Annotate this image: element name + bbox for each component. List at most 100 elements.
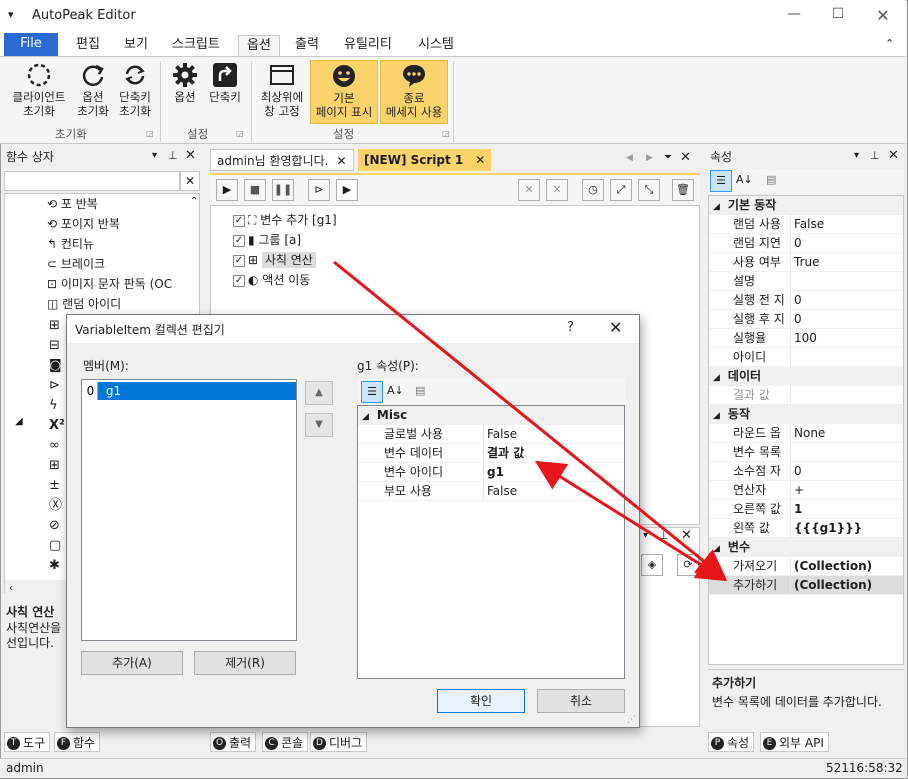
script-item-move-action[interactable]: ✓ ◐ 액션 이동 — [233, 270, 310, 290]
step-icon[interactable]: ⊳ — [308, 179, 330, 201]
collapse-ribbon-icon[interactable]: ⌃ — [885, 37, 894, 50]
tree-item-continue[interactable]: ↰ 컨티뉴 — [47, 234, 94, 254]
delete-icon[interactable]: 🗑 — [672, 179, 694, 201]
collapse-icon[interactable]: ◢ — [713, 411, 720, 421]
property-row[interactable]: 사용 여부 True — [709, 253, 903, 272]
menu-utility[interactable]: 유틸리티 — [336, 35, 400, 56]
bottom-tab-properties[interactable]: P 속성 — [708, 732, 755, 752]
group-expand-icon[interactable]: ◲ — [236, 129, 244, 138]
reset-client-button[interactable]: 클라이언트 초기화 — [6, 62, 72, 118]
ok-button[interactable]: 확인 — [437, 689, 525, 713]
property-pages-icon[interactable]: ▤ — [415, 384, 425, 397]
property-pages-icon[interactable]: ▤ — [766, 173, 776, 186]
move-down-icon[interactable]: ▼ — [305, 413, 333, 437]
checkbox[interactable]: ✓ — [233, 214, 245, 227]
bottom-tab-external-api[interactable]: E 외부 API — [760, 732, 829, 752]
pin-icon[interactable]: ⊥ — [659, 529, 669, 542]
dialog-property-row[interactable]: 변수 아이디 g1 — [358, 463, 624, 482]
group-expand-icon[interactable]: ◲ — [442, 129, 450, 138]
cancel-button[interactable]: 취소 — [537, 689, 625, 713]
property-row[interactable]: 라운드 옵 None — [709, 424, 903, 443]
always-on-top-button[interactable]: 최상위에 창 고정 — [256, 62, 308, 118]
script-item-add-variable[interactable]: ✓ ⛶ 변수 추가 [g1] — [233, 210, 337, 230]
property-row[interactable]: 추가하기 (Collection) — [709, 576, 903, 595]
pin-icon[interactable]: ⊥ — [168, 149, 178, 162]
bottom-tab-tools[interactable]: T 도구 — [4, 732, 51, 752]
run-selected-icon[interactable]: ▶ — [336, 179, 358, 201]
dialog-property-row[interactable]: 글로벌 사용 False — [358, 425, 624, 444]
exit-message-button[interactable]: 종료 메세지 사용 — [380, 60, 448, 124]
property-row[interactable]: 랜덤 사용 False — [709, 215, 903, 234]
tree-item-random-id[interactable]: ◫ 랜덤 아이디 — [47, 294, 121, 314]
bottom-tab-functions[interactable]: F 함수 — [54, 732, 101, 752]
tab-close-icon[interactable]: ✕ — [475, 153, 485, 167]
resize-grip-icon[interactable]: ⋰ — [627, 715, 636, 725]
property-row[interactable]: 아이디 — [709, 348, 903, 367]
tab-scroll-right-icon[interactable]: ▶ — [646, 153, 653, 163]
property-row[interactable]: 가져오기 (Collection) — [709, 557, 903, 576]
bottom-tab-output[interactable]: O 출력 — [210, 732, 257, 752]
panel-dropdown-icon[interactable]: ▾ — [643, 530, 648, 541]
dialog-close-icon[interactable]: ✕ — [609, 318, 622, 337]
property-category[interactable]: ◢ 기본 동작 — [709, 196, 903, 215]
collapse-icon[interactable]: ◢ — [713, 544, 720, 554]
maximize-icon[interactable]: ☐ — [828, 6, 848, 22]
show-default-page-button[interactable]: 기본 페이지 표시 — [310, 60, 378, 124]
menu-system[interactable]: 시스템 — [410, 35, 462, 56]
sort-alpha-icon[interactable]: A↓ — [736, 173, 753, 186]
pause-icon[interactable]: ❚❚ — [272, 179, 294, 201]
members-list[interactable]: 0 g1 — [81, 379, 297, 641]
options-button[interactable]: 옵션 — [166, 62, 204, 104]
bottom-tab-console[interactable]: C 콘솔 — [262, 732, 309, 752]
bottom-tab-debug[interactable]: D 디버그 — [310, 732, 368, 752]
dialog-property-row[interactable]: 변수 데이터 결과 값 — [358, 444, 624, 463]
tab-welcome[interactable]: admin님 환영합니다. ✕ — [210, 149, 354, 171]
menu-script[interactable]: 스크립트 — [164, 35, 228, 56]
editor-close-icon[interactable]: ✕ — [680, 150, 691, 165]
disable-icon[interactable]: ✕ — [518, 179, 540, 201]
add-button[interactable]: 추가(A) — [81, 651, 183, 675]
expand-icon[interactable]: ⤢ — [610, 179, 632, 201]
collapse-icon[interactable]: ◢ — [713, 202, 720, 212]
tree-item-break[interactable]: ⊂ 브레이크 — [47, 254, 105, 274]
menu-view[interactable]: 보기 — [116, 35, 156, 56]
menu-file[interactable]: File — [4, 33, 58, 56]
stop-icon[interactable]: ■ — [244, 179, 266, 201]
collapse-icon[interactable]: ⤡ — [638, 179, 660, 201]
script-item-group[interactable]: ✓ ▮ 그룹 [a] — [233, 230, 301, 250]
group-expand-icon[interactable]: ◲ — [146, 129, 154, 138]
script-item-arithmetic[interactable]: ✓ ⊞ 사칙 연산 — [233, 250, 316, 270]
hotkeys-button[interactable]: 단축키 — [205, 62, 245, 104]
property-category[interactable]: ◢ 변수 — [709, 538, 903, 557]
property-category[interactable]: ◢ 데이터 — [709, 367, 903, 386]
property-row[interactable]: 연산자 + — [709, 481, 903, 500]
play-icon[interactable]: ▶ — [216, 179, 238, 201]
function-search-input[interactable] — [4, 171, 180, 191]
property-row[interactable]: 실행 전 지0 — [709, 291, 903, 310]
menu-options[interactable]: 옵션 — [238, 35, 280, 56]
tab-close-icon[interactable]: ✕ — [336, 154, 346, 168]
clock-icon[interactable]: ◷ — [582, 179, 604, 201]
minimize-icon[interactable]: — — [784, 6, 804, 22]
panel-close-icon[interactable]: ✕ — [185, 148, 196, 163]
panel-dropdown-icon[interactable]: ▾ — [854, 150, 859, 161]
reset-options-button[interactable]: 옵션 초기화 — [74, 62, 112, 118]
remove-button[interactable]: 제거(R) — [194, 651, 296, 675]
categorized-icon[interactable]: ☰ — [361, 381, 383, 403]
expand-arrow-icon[interactable]: ◢ — [15, 416, 23, 427]
sort-alpha-icon[interactable]: A↓ — [387, 384, 404, 397]
property-row[interactable]: 실행 후 지0 — [709, 310, 903, 329]
checkbox[interactable]: ✓ — [233, 254, 245, 267]
checkbox[interactable]: ✓ — [233, 234, 245, 247]
property-row[interactable]: 오른쪽 값1 — [709, 500, 903, 519]
property-row[interactable]: 왼쪽 값 {{{g1}}} — [709, 519, 903, 538]
panel-close-icon[interactable]: ✕ — [888, 148, 899, 163]
category-misc[interactable]: ◢ Misc — [358, 406, 624, 425]
paint-bucket-icon[interactable]: ◈ — [641, 554, 663, 576]
checkbox[interactable]: ✓ — [233, 274, 245, 287]
property-row[interactable]: 랜덤 지연 0 — [709, 234, 903, 253]
close-icon[interactable]: ✕ — [873, 6, 893, 25]
dialog-property-row[interactable]: 부모 사용 False — [358, 482, 624, 501]
collapse-icon[interactable]: ◢ — [713, 373, 720, 383]
system-menu-icon[interactable]: ▾ — [8, 8, 14, 21]
